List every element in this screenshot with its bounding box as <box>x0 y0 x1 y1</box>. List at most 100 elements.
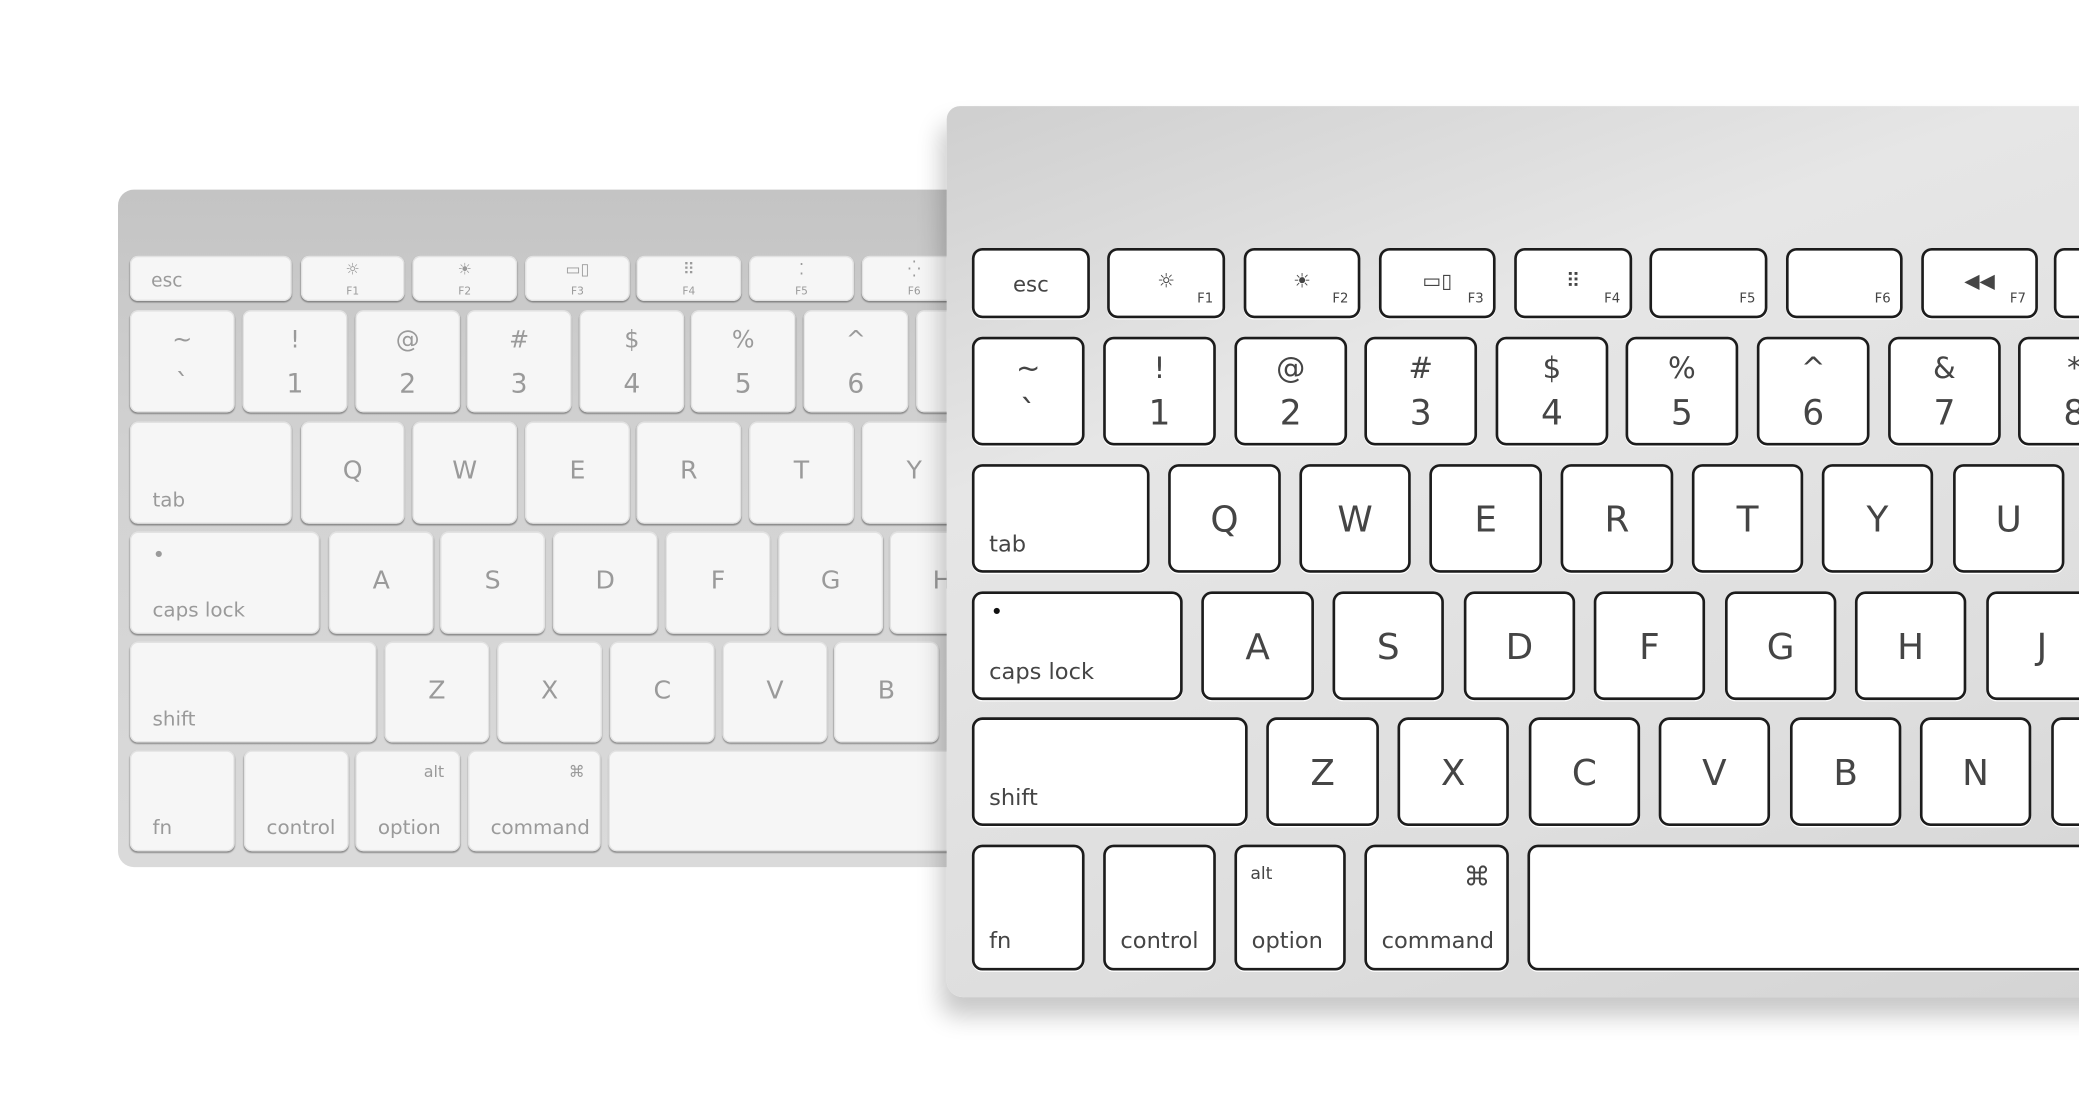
launchpad-icon: ⠿ <box>1565 269 1581 294</box>
key-3[interactable]: #3 <box>1364 336 1478 446</box>
key-r[interactable]: R <box>636 421 742 524</box>
key-8[interactable]: *8 <box>2018 336 2079 446</box>
key-r[interactable]: R <box>1560 464 1674 573</box>
key-d[interactable]: D <box>552 531 658 634</box>
key-1[interactable]: ! 1 <box>1103 336 1216 446</box>
key-f4[interactable]: F4 ⠿ <box>636 255 742 301</box>
key-shift-legend: $ <box>624 326 640 355</box>
key-legend: Y <box>906 456 922 486</box>
key-f7[interactable]: F7 ◀◀ <box>1921 247 2038 319</box>
key-fn[interactable]: fn <box>129 750 235 852</box>
key-w[interactable]: W <box>1299 464 1411 573</box>
key-f2[interactable]: F2 ☀ <box>1243 247 1361 319</box>
key-legend: C <box>1571 753 1597 795</box>
key-legend: Q <box>342 456 363 486</box>
key-3[interactable]: #3 <box>466 310 572 413</box>
key-z[interactable]: Z <box>384 641 490 743</box>
key-f2[interactable]: F2 ☀ <box>412 255 518 301</box>
key-a[interactable]: A <box>328 531 434 634</box>
key-j[interactable]: J <box>1986 591 2079 701</box>
key-f1[interactable]: F1 ☼ <box>300 255 405 301</box>
key-c[interactable]: C <box>1528 717 1641 827</box>
key-s[interactable]: S <box>440 531 545 634</box>
key-f1[interactable]: F1 ☼ <box>1107 247 1226 319</box>
key-space[interactable] <box>1527 844 2079 971</box>
key-shift-legend: % <box>731 326 755 355</box>
key-t[interactable]: T <box>1691 464 1804 573</box>
key-1[interactable]: ! 1 <box>242 310 348 413</box>
key-v[interactable]: V <box>722 641 828 743</box>
key-q[interactable]: Q <box>300 421 405 524</box>
key-a[interactable]: A <box>1201 591 1314 701</box>
key-6[interactable]: ^ 6 <box>803 310 909 413</box>
key-space[interactable] <box>608 750 949 852</box>
key-v[interactable]: V <box>1658 717 1771 827</box>
key-b[interactable]: B <box>833 641 939 743</box>
key-s[interactable]: S <box>1332 591 1444 701</box>
key-caps-lock[interactable]: caps lock • <box>971 591 1183 701</box>
key-5[interactable]: % 5 <box>1625 336 1739 446</box>
key-2[interactable]: @2 <box>355 310 461 413</box>
key-esc[interactable]: esc <box>129 255 292 301</box>
key-7[interactable]: & 7 <box>1888 336 2001 446</box>
key-legend: T <box>1736 499 1759 541</box>
key-esc[interactable]: esc <box>971 247 1090 319</box>
key-4[interactable]: $4 <box>579 310 685 413</box>
key-f6[interactable]: F6 <box>1785 247 1903 319</box>
key-fn[interactable]: fn <box>971 844 1085 971</box>
key-x[interactable]: X <box>497 641 602 743</box>
key-control[interactable]: control <box>1103 844 1216 971</box>
key-6[interactable]: ^ 6 <box>1756 336 1870 446</box>
key-partial[interactable] <box>2053 247 2079 319</box>
key-g[interactable]: G <box>1724 591 1837 701</box>
key-command[interactable]: command ⌘ <box>1364 844 1509 971</box>
key-partial[interactable] <box>916 310 949 413</box>
key-y[interactable]: Y <box>1821 464 1934 573</box>
key-y[interactable]: Y <box>861 421 949 524</box>
key-2[interactable]: @2 <box>1234 336 1348 446</box>
key-f4[interactable]: F4 ⠿ <box>1514 247 1633 319</box>
key-d[interactable]: D <box>1463 591 1576 701</box>
key-f5[interactable]: F5 ⁚ <box>749 255 854 301</box>
key-key[interactable]: ~ ` <box>971 336 1085 446</box>
key-g[interactable]: G <box>778 531 884 634</box>
key-caps-lock[interactable]: caps lock • <box>129 531 320 634</box>
key-5[interactable]: % 5 <box>690 310 796 413</box>
key-h[interactable]: H <box>889 531 949 634</box>
key-key[interactable]: ~ ` <box>129 310 235 413</box>
key-b[interactable]: B <box>1789 717 1902 827</box>
key-q[interactable]: Q <box>1168 464 1281 573</box>
function-key-label: F2 <box>1332 291 1349 307</box>
key-u[interactable]: U <box>1953 464 2065 573</box>
key-f6[interactable]: F6 ⁛ <box>861 255 949 301</box>
key-option[interactable]: option alt <box>355 750 461 852</box>
key-n[interactable]: N <box>1919 717 2032 827</box>
key-legend: B <box>1833 753 1858 795</box>
key-e[interactable]: E <box>1429 464 1543 573</box>
key-f[interactable]: F <box>1593 591 1706 701</box>
key-f3[interactable]: F3 ▭▯ <box>1378 247 1496 319</box>
function-key-label: F4 <box>1604 291 1621 307</box>
key-shift[interactable]: shift <box>129 641 377 743</box>
key-legend: Y <box>1866 499 1889 541</box>
key-z[interactable]: Z <box>1266 717 1379 827</box>
key-w[interactable]: W <box>412 421 518 524</box>
key-f5[interactable]: F5 <box>1649 247 1768 319</box>
key-partial[interactable] <box>2051 717 2079 827</box>
key-f3[interactable]: F3 ▭▯ <box>525 255 630 301</box>
key-c[interactable]: C <box>609 641 715 743</box>
key-e[interactable]: E <box>525 421 630 524</box>
apple-keyboard-slim: esc F1 ☼ F2 ☀ F3 ▭▯ F4 ⠿ F5 ⁚ F6 ⁛ ~ `! 1 @2 #3 $4% 5 ^ 6 tab Q… <box>118 189 949 868</box>
key-control[interactable]: control <box>243 750 349 852</box>
key-x[interactable]: X <box>1397 717 1509 827</box>
key-option[interactable]: option alt <box>1234 844 1346 971</box>
key-legend: W <box>452 456 478 486</box>
key-tab[interactable]: tab <box>971 464 1150 573</box>
key-f[interactable]: F <box>665 531 771 634</box>
key-4[interactable]: $4 <box>1495 336 1609 446</box>
key-h[interactable]: H <box>1854 591 1967 701</box>
key-t[interactable]: T <box>749 421 854 524</box>
key-tab[interactable]: tab <box>129 421 292 524</box>
key-command[interactable]: command ⌘ <box>468 750 601 852</box>
key-shift[interactable]: shift <box>971 717 1248 827</box>
